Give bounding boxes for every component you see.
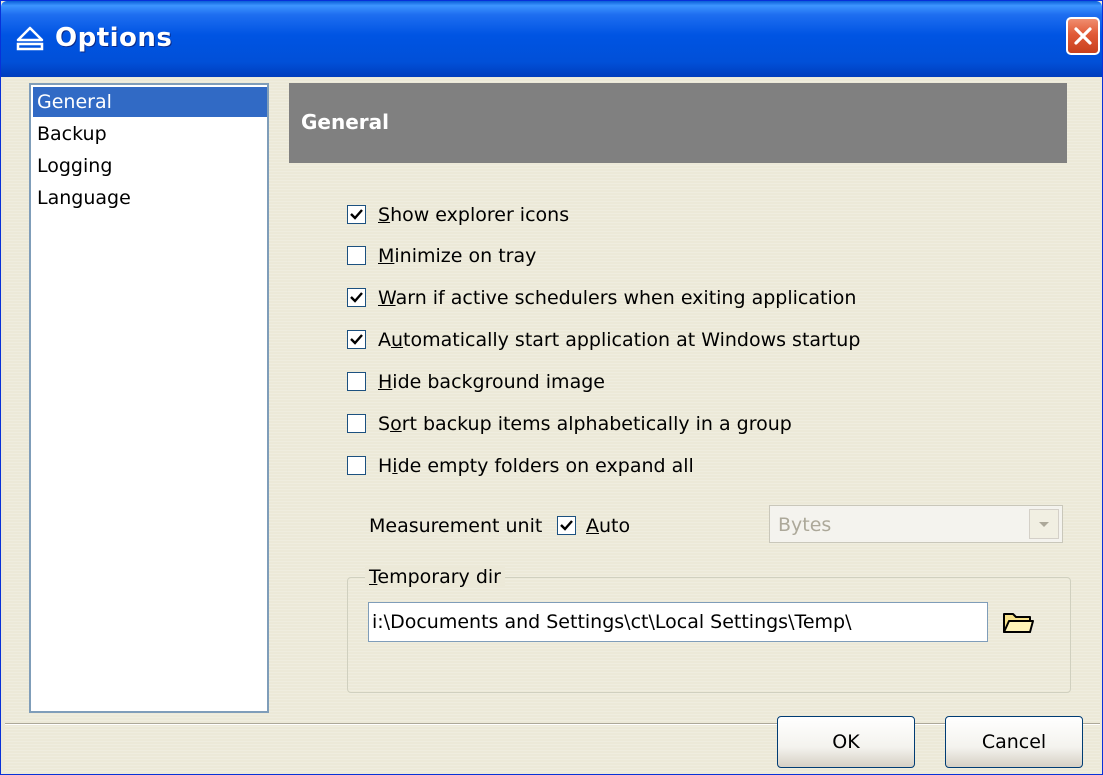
nav-item-backup[interactable]: Backup [33,119,267,149]
close-button[interactable] [1066,17,1100,55]
label-text: uto [599,515,631,537]
nav-item-label: Language [37,187,131,209]
options-dialog: Options General Backup Logging Language … [0,0,1103,775]
folder-icon[interactable] [1001,608,1035,636]
checkmark-icon [560,520,573,531]
checkbox-box[interactable] [557,516,576,535]
panel-title: General [301,110,389,134]
dropdown-button[interactable] [1029,509,1059,539]
label-text: emporary dir [377,566,501,588]
checkbox-box[interactable] [347,414,366,433]
checkmark-icon [350,334,363,345]
label-text: arn if active schedulers when exiting ap… [395,287,857,309]
nav-item-label: Backup [37,123,107,145]
checkmark-icon [350,209,363,220]
checkbox-label: Hide background image [378,370,605,394]
cancel-button[interactable]: Cancel [945,716,1083,768]
checkbox-box[interactable] [347,372,366,391]
checkbox-box[interactable] [347,330,366,349]
accelerator-key: u [391,329,404,351]
accelerator-key: S [378,204,391,226]
checkbox-label: Show explorer icons [378,203,569,227]
label-prefix: S [378,413,391,435]
nav-item-label: Logging [37,155,113,177]
label-text: ide background image [392,371,605,393]
checkbox-box[interactable] [347,288,366,307]
temporary-dir-input[interactable]: i:\Documents and Settings\ct\Local Setti… [368,602,988,642]
label-text: tomatically start application at Windows… [403,329,861,351]
panel-header: General [289,83,1067,163]
checkbox-auto-unit[interactable]: Auto [557,514,630,538]
unit-select[interactable]: Bytes [769,505,1063,543]
ok-button[interactable]: OK [777,716,915,768]
checkbox-minimize-on-tray[interactable]: Minimize on tray [347,244,536,268]
footer-separator [5,723,1100,725]
checkbox-label: Minimize on tray [378,244,536,268]
checkbox-label: Warn if active schedulers when exiting a… [378,286,856,310]
eject-icon [16,26,44,51]
checkbox-label: Sort backup items alphabetically in a gr… [378,412,792,436]
checkbox-label: Automatically start application at Windo… [378,328,860,352]
checkbox-hide-background-image[interactable]: Hide background image [347,370,605,394]
accelerator-key: o [390,413,402,435]
label-text: de empty folders on expand all [397,455,694,477]
checkbox-box[interactable] [347,246,366,265]
category-list[interactable]: General Backup Logging Language [29,83,269,713]
label-text: how explorer icons [390,204,570,226]
title-bar[interactable]: Options [1,1,1102,77]
measurement-unit-label: Measurement unit [369,515,543,537]
accelerator-key: W [378,287,396,309]
nav-item-general[interactable]: General [33,87,267,117]
window-title: Options [55,23,173,53]
label-prefix: H [378,455,393,477]
checkbox-warn-active-schedulers[interactable]: Warn if active schedulers when exiting a… [347,286,856,310]
checkbox-box[interactable] [347,456,366,475]
checkbox-box[interactable] [347,205,366,224]
close-icon [1074,27,1092,45]
checkbox-label: Auto [586,514,630,538]
accelerator-key: H [378,371,393,393]
unit-select-value: Bytes [778,514,832,536]
label-prefix: A [378,329,391,351]
accelerator-key: A [586,515,599,537]
accelerator-key: M [378,245,395,267]
chevron-down-icon [1039,522,1049,527]
nav-item-language[interactable]: Language [33,183,267,213]
nav-item-logging[interactable]: Logging [33,151,267,181]
checkbox-sort-alphabetically[interactable]: Sort backup items alphabetically in a gr… [347,412,792,436]
checkbox-label: Hide empty folders on expand all [378,454,694,478]
checkbox-show-explorer-icons[interactable]: Show explorer icons [347,203,569,227]
checkbox-hide-empty-folders[interactable]: Hide empty folders on expand all [347,454,694,478]
label-text: rt backup items alphabetically in a grou… [401,413,792,435]
checkmark-icon [350,292,363,303]
temporary-dir-label: Temporary dir [365,566,505,588]
label-text: inimize on tray [394,245,537,267]
checkbox-auto-start[interactable]: Automatically start application at Windo… [347,328,860,352]
nav-item-label: General [37,91,112,113]
